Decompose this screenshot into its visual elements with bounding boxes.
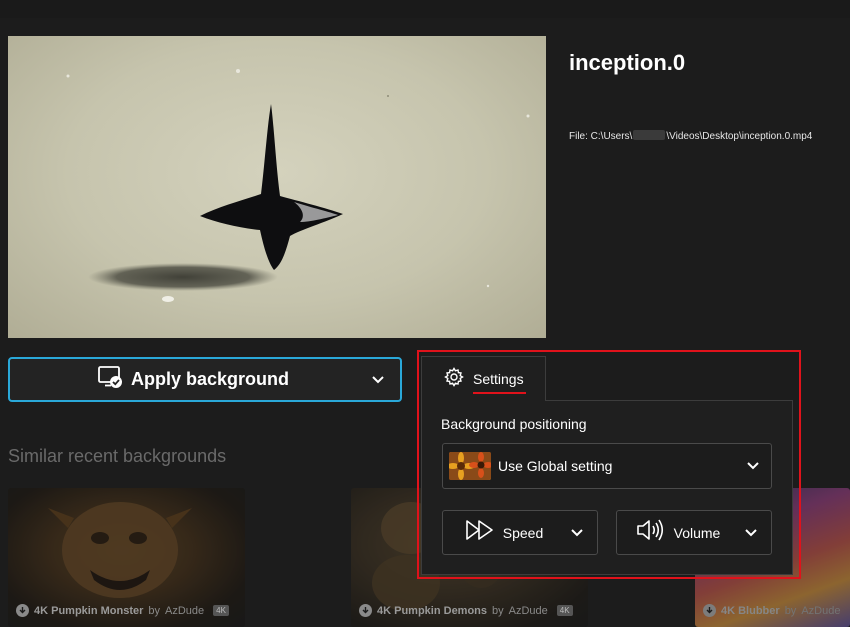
- thumbnail-by: by: [148, 604, 161, 617]
- volume-button[interactable]: Volume: [616, 510, 772, 555]
- resolution-badge: 4K: [556, 605, 573, 616]
- monitor-check-icon: [97, 365, 123, 394]
- background-positioning-label: Background positioning: [441, 416, 587, 432]
- apply-background-dropdown[interactable]: [356, 375, 400, 385]
- thumbnail-caption: 4K Pumpkin Monster by AzDude 4K: [16, 604, 229, 617]
- video-title: inception.0: [569, 50, 686, 75]
- download-icon: [359, 604, 372, 617]
- fast-forward-icon: [465, 519, 495, 546]
- chevron-down-icon: [571, 528, 583, 536]
- thumbnail-author: AzDude: [165, 604, 205, 617]
- thumbnail-title: 4K Blubber: [721, 604, 780, 617]
- volume-main[interactable]: Volume: [617, 518, 731, 547]
- speaker-icon: [636, 518, 666, 547]
- similar-backgrounds-heading: Similar recent backgrounds: [8, 446, 227, 466]
- thumbnail-by: by: [784, 604, 797, 617]
- volume-label: Volume: [673, 524, 721, 541]
- top-bar: [0, 0, 850, 18]
- app-window: inception.0 File: C:\Users\ \Videos\Deskt…: [0, 0, 850, 627]
- apply-background-main[interactable]: Apply background: [10, 365, 356, 394]
- apply-background-button[interactable]: Apply background: [8, 357, 402, 402]
- chevron-down-icon: [735, 461, 771, 471]
- thumbnail-title: 4K Pumpkin Monster: [34, 604, 144, 617]
- redacted-username: [633, 130, 666, 140]
- background-thumbnail[interactable]: 4K Pumpkin Monster by AzDude 4K: [8, 488, 245, 627]
- apply-background-label: Apply background: [130, 369, 289, 389]
- thumbnail-author: AzDude: [801, 604, 841, 617]
- background-positioning-value: Use Global setting: [498, 458, 613, 474]
- chevron-down-icon: [372, 375, 384, 383]
- video-preview[interactable]: [8, 36, 546, 338]
- volume-dropdown[interactable]: [731, 528, 771, 538]
- settings-tab-label: Settings: [473, 371, 526, 394]
- file-path-suffix: \Videos\Desktop\inception.0.mp4: [666, 131, 813, 142]
- download-icon: [703, 604, 716, 617]
- thumbnail-caption: 4K Blubber by AzDude: [703, 604, 840, 617]
- tab-settings[interactable]: Settings: [421, 356, 546, 401]
- background-positioning-select[interactable]: Use Global setting: [442, 443, 772, 489]
- resolution-badge: 4K: [213, 605, 229, 616]
- chevron-down-icon: [745, 528, 757, 536]
- thumbnail-caption: 4K Pumpkin Demons by AzDude 4K: [359, 604, 573, 617]
- download-icon: [16, 604, 29, 617]
- thumbnail-by: by: [492, 604, 504, 617]
- thumbnail-title: 4K Pumpkin Demons: [377, 604, 488, 617]
- speed-dropdown[interactable]: [557, 528, 597, 538]
- speed-main[interactable]: Speed: [443, 519, 557, 546]
- speed-label: Speed: [502, 524, 544, 541]
- thumbnail-author: AzDude: [508, 604, 548, 617]
- flower-thumbnail: [449, 452, 491, 480]
- file-path-prefix: File: C:\Users\: [569, 131, 633, 142]
- spinning-top-image: [66, 69, 530, 302]
- speed-button[interactable]: Speed: [442, 510, 598, 555]
- gear-icon: [444, 366, 464, 392]
- file-path: File: C:\Users\ \Videos\Desktop\inception…: [569, 130, 812, 142]
